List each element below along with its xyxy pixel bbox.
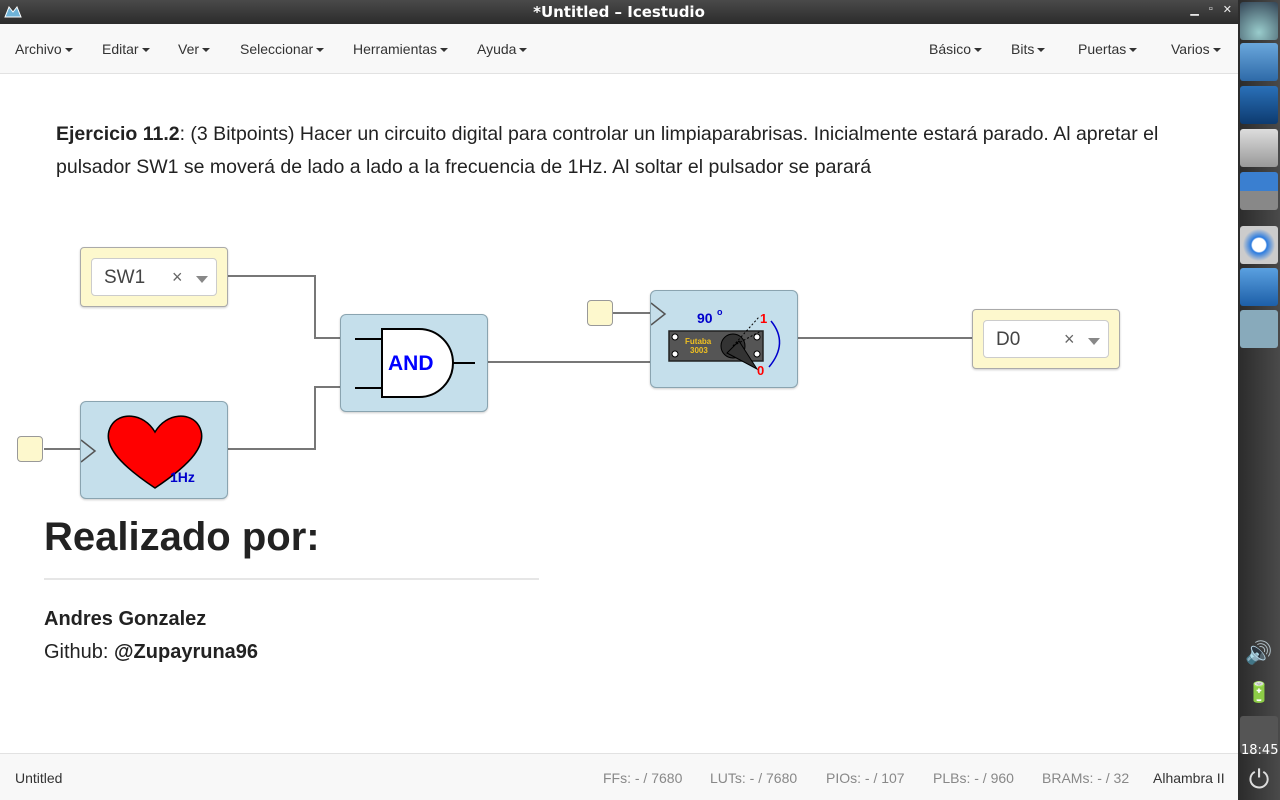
dropdown-arrow-icon[interactable] <box>196 276 208 283</box>
menu-varios[interactable]: Varios <box>1171 41 1221 57</box>
chromium-icon[interactable] <box>1240 226 1278 264</box>
status-brams: BRAMs: - / 32 <box>1042 770 1130 786</box>
menu-seleccionar[interactable]: Seleccionar <box>240 41 325 57</box>
svg-text:Futaba: Futaba <box>685 337 712 346</box>
menu-archivo[interactable]: Archivo <box>15 41 73 57</box>
divider <box>44 578 539 580</box>
clear-icon[interactable]: × <box>172 267 183 288</box>
battery-icon[interactable]: 🔋 <box>1240 680 1278 718</box>
menu-bits[interactable]: Bits <box>1011 41 1046 57</box>
caret-down-icon <box>1037 48 1046 53</box>
wire <box>228 386 340 450</box>
icestudio-window: *Untitled – Icestudio ▁ ▫ ✕ Archivo Edit… <box>0 0 1238 800</box>
launcher-icon[interactable] <box>1240 2 1278 40</box>
status-board[interactable]: Alhambra II <box>1153 770 1225 786</box>
svg-text:1: 1 <box>760 311 767 326</box>
desktop-dock: 🔊 🔋 ⏻ <box>1238 0 1280 800</box>
icestudio-icon[interactable] <box>1240 310 1278 348</box>
output-pin-select[interactable]: D0 × <box>983 320 1109 358</box>
svg-text:3003: 3003 <box>690 346 708 355</box>
menu-editar[interactable]: Editar <box>102 41 150 57</box>
heart-frequency-label: 1Hz <box>170 469 195 485</box>
caret-down-icon <box>1129 48 1138 53</box>
status-bar: Untitled FFs: - / 7680 LUTs: - / 7680 PI… <box>0 753 1238 800</box>
servo-angle-label: 90 <box>697 310 713 326</box>
menu-basico[interactable]: Básico <box>929 41 983 57</box>
status-file-name: Untitled <box>15 770 63 786</box>
credits-heading: Realizado por: <box>44 515 320 559</box>
servo-block[interactable]: 90 o Futaba 3003 1 0 <box>650 290 798 388</box>
dropdown-arrow-icon[interactable] <box>1088 338 1100 345</box>
minimize-icon[interactable]: ▁ <box>1190 3 1198 16</box>
volume-icon[interactable]: 🔊 <box>1240 640 1278 678</box>
caret-down-icon <box>1212 48 1221 53</box>
network-icon[interactable] <box>1240 86 1278 124</box>
and-gate-block[interactable]: AND <box>340 314 488 412</box>
caret-down-icon <box>316 48 325 53</box>
and-gate-icon: AND <box>355 328 475 398</box>
status-luts: LUTs: - / 7680 <box>710 770 798 786</box>
caret-down-icon <box>519 48 528 53</box>
menu-ver[interactable]: Ver <box>178 41 211 57</box>
maximize-icon[interactable]: ▫ <box>1209 3 1213 16</box>
heartbeat-1hz-block[interactable]: 1Hz <box>80 401 228 499</box>
heart-icon: 1Hz <box>80 415 203 489</box>
caret-down-icon <box>64 48 73 53</box>
input-pin-select[interactable]: SW1 × <box>91 258 217 296</box>
window-icon[interactable] <box>1240 129 1278 167</box>
menu-puertas[interactable]: Puertas <box>1078 41 1138 57</box>
wire <box>228 275 340 339</box>
output-d0-block[interactable]: D0 × <box>972 309 1120 369</box>
caret-down-icon <box>974 48 983 53</box>
menu-herramientas[interactable]: Herramientas <box>353 41 449 57</box>
clock[interactable]: 18:45 <box>1241 743 1278 758</box>
status-ffs: FFs: - / 7680 <box>603 770 683 786</box>
svg-text:o: o <box>717 307 723 317</box>
status-pios: PIOs: - / 107 <box>826 770 905 786</box>
window-title: *Untitled – Icestudio <box>533 3 705 21</box>
status-plbs: PLBs: - / 960 <box>933 770 1014 786</box>
caret-down-icon <box>440 48 449 53</box>
author-name: Andres Gonzalez <box>44 608 207 630</box>
caret-down-icon <box>141 48 150 53</box>
power-icon[interactable]: ⏻ <box>1240 760 1278 798</box>
files-icon[interactable] <box>1240 43 1278 81</box>
menu-bar: Archivo Editar Ver Seleccionar Herramien… <box>0 24 1238 74</box>
clock-input-port[interactable] <box>17 436 43 462</box>
servo-input-port[interactable] <box>587 300 613 326</box>
close-icon[interactable]: ✕ <box>1223 3 1232 16</box>
clear-icon[interactable]: × <box>1064 329 1075 350</box>
input-sw1-block[interactable]: SW1 × <box>80 247 228 307</box>
title-bar[interactable]: *Untitled – Icestudio ▁ ▫ ✕ <box>0 0 1238 24</box>
menu-ayuda[interactable]: Ayuda <box>477 41 528 57</box>
svg-text:0: 0 <box>757 363 764 378</box>
workspace-icon[interactable] <box>1240 172 1278 210</box>
design-canvas[interactable]: Ejercicio 11.2: (3 Bitpoints) Hacer un c… <box>0 75 1238 752</box>
folder-icon[interactable] <box>1240 268 1278 306</box>
github-line: Github: @Zupayruna96 <box>44 641 259 663</box>
caret-down-icon <box>202 48 211 53</box>
and-label: AND <box>388 352 434 375</box>
servo-icon: 90 o Futaba 3003 1 0 <box>650 302 781 378</box>
